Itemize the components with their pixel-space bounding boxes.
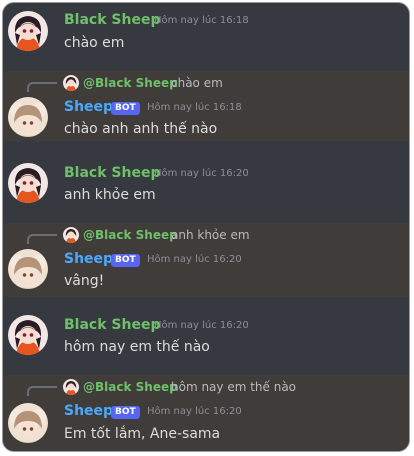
timestamp: Hôm nay lúc 16:18	[154, 15, 249, 26]
timestamp: Hôm nay lúc 16:20	[154, 320, 249, 331]
reply-connector	[27, 234, 57, 244]
message-text: chào anh anh thế nào	[64, 121, 218, 137]
author-name[interactable]: Sheep	[64, 99, 113, 115]
sheep-avatar-icon[interactable]	[8, 249, 48, 289]
chat-window: Black Sheep Hôm nay lúc 16:18 chào em @B…	[2, 2, 410, 452]
timestamp: Hôm nay lúc 16:20	[147, 406, 242, 417]
reply-connector	[27, 386, 57, 396]
message[interactable]: Black Sheep Hôm nay lúc 16:20 anh khỏe e…	[3, 141, 409, 221]
reply-author[interactable]: @Black Sheep	[83, 380, 178, 394]
message-text: Em tốt lắm, Ane-sama	[64, 426, 221, 442]
message-text: hôm nay em thế nào	[64, 339, 210, 355]
reply-connector	[27, 82, 57, 92]
timestamp: Hôm nay lúc 16:20	[147, 254, 242, 265]
author-name[interactable]: Black Sheep	[64, 165, 160, 181]
timestamp: Hôm nay lúc 16:20	[154, 168, 249, 179]
reply-text[interactable]: hôm nay em thế nào	[171, 380, 296, 394]
black-sheep-avatar-icon[interactable]	[8, 315, 48, 355]
author-name[interactable]: Sheep	[64, 251, 113, 267]
message-text: anh khỏe em	[64, 187, 156, 203]
message-text: vâng!	[64, 273, 105, 289]
timestamp: Hôm nay lúc 16:18	[147, 102, 242, 113]
bot-badge: BOT	[111, 102, 140, 115]
sheep-avatar-icon[interactable]	[8, 403, 48, 443]
message[interactable]: Black Sheep Hôm nay lúc 16:18 chào em	[3, 3, 409, 71]
message-text: chào em	[64, 35, 125, 51]
black-sheep-avatar-icon[interactable]	[8, 163, 48, 203]
reply-avatar-icon	[63, 379, 79, 395]
reply-author[interactable]: @Black Sheep	[83, 76, 178, 90]
message[interactable]: @Black Sheep hôm nay em thế nào Sheep BO…	[3, 375, 409, 451]
message[interactable]: Black Sheep Hôm nay lúc 16:20 hôm nay em…	[3, 297, 409, 371]
reply-text[interactable]: anh khỏe em	[171, 228, 250, 242]
bot-badge: BOT	[111, 406, 140, 419]
reply-author[interactable]: @Black Sheep	[83, 228, 178, 242]
reply-avatar-icon	[63, 227, 79, 243]
black-sheep-avatar-icon[interactable]	[8, 11, 48, 51]
author-name[interactable]: Black Sheep	[64, 12, 160, 28]
author-name[interactable]: Black Sheep	[64, 317, 160, 333]
reply-text[interactable]: chào em	[171, 76, 223, 90]
message[interactable]: @Black Sheep chào em Sheep BOT Hôm nay l…	[3, 71, 409, 141]
sheep-avatar-icon[interactable]	[8, 97, 48, 137]
bot-badge: BOT	[111, 254, 140, 267]
author-name[interactable]: Sheep	[64, 403, 113, 419]
reply-avatar-icon	[63, 75, 79, 91]
message[interactable]: @Black Sheep anh khỏe em Sheep BOT Hôm n…	[3, 223, 409, 297]
